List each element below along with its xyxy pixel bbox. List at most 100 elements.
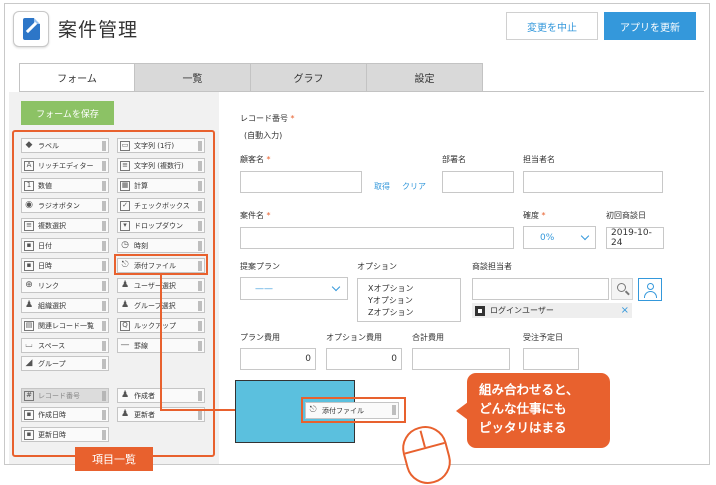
drag-handle[interactable] bbox=[102, 430, 106, 440]
drag-handle[interactable] bbox=[102, 301, 106, 311]
palette-item-text: 更新者 bbox=[134, 410, 155, 419]
sales-rep-input[interactable] bbox=[472, 278, 609, 300]
single-line-text-icon: ▭ bbox=[120, 140, 130, 151]
drag-handle[interactable] bbox=[102, 410, 106, 420]
department-label: 部署名 bbox=[442, 155, 466, 164]
drag-handle[interactable] bbox=[102, 281, 106, 291]
drag-handle[interactable] bbox=[392, 405, 396, 415]
close-icon[interactable]: × bbox=[621, 305, 629, 316]
palette-item-label[interactable]: ◆ ラベル bbox=[21, 138, 109, 153]
search-user-button[interactable] bbox=[611, 278, 633, 300]
checkbox-icon: ✓ bbox=[120, 200, 130, 211]
option-cost-input[interactable]: 0 bbox=[326, 348, 402, 370]
drag-handle[interactable] bbox=[198, 181, 202, 191]
drag-handle[interactable] bbox=[102, 181, 106, 191]
drag-handle[interactable] bbox=[102, 241, 106, 251]
drag-handle[interactable] bbox=[198, 391, 202, 401]
palette-item-rich-editor[interactable]: A リッチエディター bbox=[21, 158, 109, 173]
palette-item-dropdown[interactable]: ▾ ドロップダウン bbox=[117, 218, 205, 233]
updated-datetime-icon: ▪ bbox=[24, 429, 34, 440]
palette-item-number[interactable]: 1 数値 bbox=[21, 178, 109, 193]
user-icon: ♟ bbox=[120, 280, 130, 290]
dragged-attachment-item[interactable]: ⎋ 添付ファイル bbox=[305, 402, 399, 419]
order-date-input[interactable] bbox=[523, 348, 579, 370]
organization-icon: ♟ bbox=[24, 300, 34, 310]
save-form-button[interactable]: フォームを保存 bbox=[21, 101, 114, 125]
user-icon-body bbox=[644, 291, 657, 298]
chevron-down-icon bbox=[331, 282, 341, 292]
palette-item-multi-line-text[interactable]: ≡ 文字列 (複数行) bbox=[117, 158, 205, 173]
palette-item-date[interactable]: ▪ 日付 bbox=[21, 238, 109, 253]
drag-handle[interactable] bbox=[198, 321, 202, 331]
option-y[interactable]: Yオプション bbox=[368, 295, 460, 307]
drag-handle[interactable] bbox=[198, 241, 202, 251]
drag-handle[interactable] bbox=[198, 410, 202, 420]
palette-item-calculation[interactable]: ▦ 計算 bbox=[117, 178, 205, 193]
drag-handle[interactable] bbox=[102, 341, 106, 351]
plan-cost-input[interactable]: 0 bbox=[240, 348, 316, 370]
drag-handle[interactable] bbox=[102, 359, 106, 369]
callout-line: ピッタリはまる bbox=[479, 420, 567, 435]
palette-item-text: ドロップダウン bbox=[134, 221, 183, 230]
person-in-charge-input[interactable] bbox=[523, 171, 663, 193]
customer-input[interactable] bbox=[240, 171, 362, 193]
record-number-label: レコード番号 * bbox=[240, 113, 295, 124]
option-x[interactable]: Xオプション bbox=[368, 283, 460, 295]
drag-handle[interactable] bbox=[198, 341, 202, 351]
tab-list[interactable]: 一覧 bbox=[135, 63, 251, 92]
case-name-input[interactable] bbox=[240, 227, 514, 249]
drag-handle[interactable] bbox=[198, 141, 202, 151]
department-input[interactable] bbox=[442, 171, 514, 193]
drag-handle[interactable] bbox=[102, 141, 106, 151]
get-customer-link[interactable]: 取得 bbox=[374, 181, 390, 192]
palette-item-space[interactable]: ⌴ スペース bbox=[21, 338, 109, 353]
case-name-label: 案件名 * bbox=[240, 210, 271, 221]
drag-handle[interactable] bbox=[198, 201, 202, 211]
plan-select[interactable]: —— bbox=[240, 277, 348, 300]
palette-item-text: 作成者 bbox=[134, 391, 155, 400]
palette-item-datetime[interactable]: ▪ 日時 bbox=[21, 258, 109, 273]
person-in-charge-label: 担当者名 bbox=[523, 155, 555, 164]
palette-item-updated-datetime[interactable]: ▪ 更新日時 bbox=[21, 427, 109, 442]
palette-item-group[interactable]: ◢ グループ bbox=[21, 356, 109, 371]
palette-item-link[interactable]: ⊕ リンク bbox=[21, 278, 109, 293]
drag-handle[interactable] bbox=[198, 281, 202, 291]
tab-form[interactable]: フォーム bbox=[19, 63, 135, 92]
clock-icon: ◷ bbox=[121, 240, 129, 250]
drag-handle[interactable] bbox=[198, 301, 202, 311]
palette-item-multi-select[interactable]: ≡ 複数選択 bbox=[21, 218, 109, 233]
palette-item-radio[interactable]: ◉ ラジオボタン bbox=[21, 198, 109, 213]
plan-value: —— bbox=[255, 284, 273, 294]
palette-item-text: グループ選択 bbox=[134, 301, 176, 310]
palette-item-created-datetime[interactable]: ▪ 作成日時 bbox=[21, 407, 109, 422]
label-text: レコード番号 bbox=[240, 114, 288, 123]
tab-graph[interactable]: グラフ bbox=[251, 63, 367, 92]
select-user-button[interactable] bbox=[638, 278, 662, 301]
cancel-changes-button[interactable]: 変更を中止 bbox=[506, 12, 598, 40]
options-multi-select[interactable]: Xオプション Yオプション Zオプション bbox=[357, 278, 461, 322]
drag-handle[interactable] bbox=[102, 201, 106, 211]
palette-item-related-records[interactable]: ▤ 関連レコード一覧 bbox=[21, 318, 109, 333]
certainty-select[interactable]: 0% bbox=[523, 226, 596, 249]
user-icon bbox=[647, 283, 654, 290]
tab-settings[interactable]: 設定 bbox=[367, 63, 483, 92]
palette-item-time[interactable]: ◷ 時刻 bbox=[117, 238, 205, 253]
drag-handle[interactable] bbox=[198, 221, 202, 231]
drag-handle[interactable] bbox=[198, 161, 202, 171]
options-label: オプション bbox=[357, 262, 397, 271]
drag-handle[interactable] bbox=[102, 261, 106, 271]
palette-item-text: 文字列 (複数行) bbox=[134, 161, 184, 170]
palette-item-organization[interactable]: ♟ 組織選択 bbox=[21, 298, 109, 313]
palette-item-single-line-text[interactable]: ▭ 文字列 (1行) bbox=[117, 138, 205, 153]
drag-handle[interactable] bbox=[102, 161, 106, 171]
update-app-button[interactable]: アプリを更新 bbox=[604, 12, 696, 40]
required-mark: * bbox=[266, 211, 271, 220]
drag-handle[interactable] bbox=[102, 221, 106, 231]
option-z[interactable]: Zオプション bbox=[368, 307, 460, 319]
palette-item-checkbox[interactable]: ✓ チェックボックス bbox=[117, 198, 205, 213]
clear-customer-link[interactable]: クリア bbox=[402, 181, 426, 192]
first-meeting-input[interactable]: 2019-10-24 bbox=[606, 227, 664, 249]
settings-tabs: フォーム 一覧 グラフ 設定 bbox=[19, 63, 483, 92]
drag-handle[interactable] bbox=[102, 321, 106, 331]
group-icon: ♟ bbox=[120, 300, 130, 310]
